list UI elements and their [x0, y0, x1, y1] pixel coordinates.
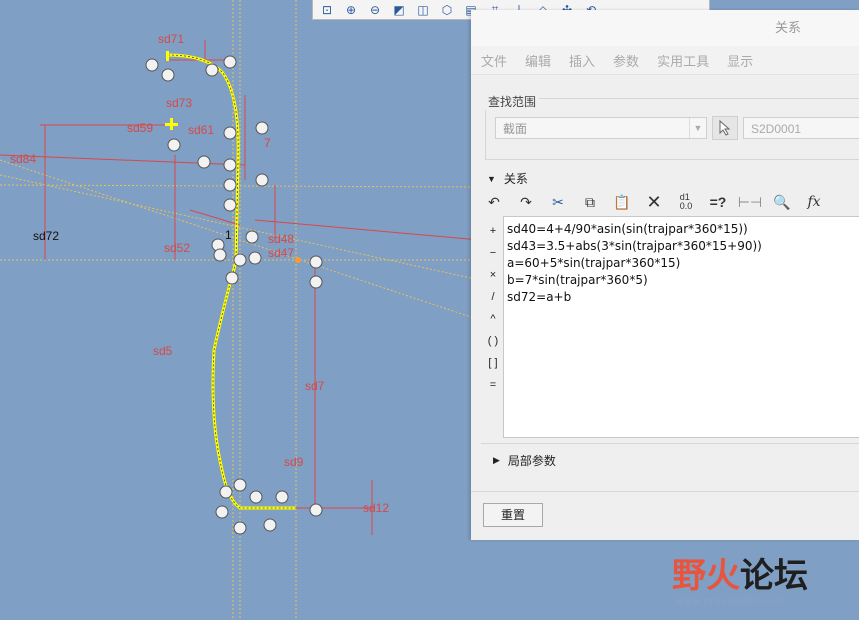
menu-parameters[interactable]: 参数: [613, 51, 639, 70]
copy-icon[interactable]: ⧉: [577, 190, 603, 214]
toggle-symbols-icon[interactable]: d1 0.0: [673, 190, 699, 214]
operator-power[interactable]: ^: [485, 308, 501, 330]
local-params-toggle[interactable]: ▶ 局部参数: [493, 452, 556, 469]
local-params-label: 局部参数: [507, 454, 556, 468]
divider: [481, 443, 859, 444]
label-1: 1: [225, 228, 232, 242]
menu-bar: 文件 编辑 插入 参数 实用工具 显示: [471, 46, 859, 75]
divider: [471, 491, 859, 492]
chevron-down-icon: ▼: [689, 118, 706, 138]
label-sd7[interactable]: sd7: [305, 379, 325, 393]
label-sd73[interactable]: sd73: [166, 96, 192, 110]
menu-utilities[interactable]: 实用工具: [657, 51, 709, 70]
section-name-field[interactable]: S2D0001: [743, 117, 859, 139]
cut-icon[interactable]: ✂: [545, 190, 571, 214]
search-scope-legend: 查找范围: [485, 93, 540, 110]
cursor-icon: [719, 120, 731, 136]
label-sd5[interactable]: sd5: [153, 344, 173, 358]
menu-insert[interactable]: 插入: [569, 51, 595, 70]
undo-icon[interactable]: ↶: [481, 190, 507, 214]
operator-minus[interactable]: −: [485, 242, 501, 264]
zoom-in-icon[interactable]: ⊕: [341, 2, 361, 18]
watermark-url: www.proewildfire.cn: [676, 596, 784, 607]
operator-column: + − × / ^ ( ) [ ] =: [485, 220, 501, 396]
relation-line: sd43=3.5+abs(3*sin(trajpar*360*15+90)): [507, 239, 762, 253]
relation-line: sd40=4+4/90*asin(sin(trajpar*360*15)): [507, 222, 748, 236]
label-sd59[interactable]: sd59: [127, 121, 153, 135]
relations-toolbar: ↶ ↷ ✂ ⧉ 📋 ✕ d1 0.0 =? ⊢⊣ 🔍 fx: [481, 189, 859, 215]
label-sd71[interactable]: sd71: [158, 32, 184, 46]
label-sd61[interactable]: sd61: [188, 123, 214, 137]
saved-views-icon[interactable]: ⬡: [437, 2, 457, 18]
relations-section-toggle[interactable]: ▼ 关系: [487, 170, 528, 187]
relations-editor[interactable]: sd40=4+4/90*asin(sin(trajpar*360*15)) sd…: [503, 216, 859, 438]
relations-section-label: 关系: [503, 172, 528, 186]
scope-select-value: 截面: [503, 122, 528, 136]
menu-file[interactable]: 文件: [481, 51, 507, 70]
select-pointer-button[interactable]: [712, 116, 738, 140]
relations-dialog: 关系 文件 编辑 插入 参数 实用工具 显示 查找范围 截面 ▼ S2D0001…: [471, 10, 859, 540]
operator-plus[interactable]: +: [485, 220, 501, 242]
watermark-logo: 野火论坛: [672, 548, 808, 597]
insert-function-icon[interactable]: fx: [801, 190, 827, 214]
label-sd52[interactable]: sd52: [164, 241, 190, 255]
label-7[interactable]: 7: [264, 136, 271, 150]
orient-icon[interactable]: ◫: [413, 2, 433, 18]
label-sd9[interactable]: sd9: [284, 455, 304, 469]
triangle-down-icon: ▼: [487, 173, 496, 184]
operator-brackets[interactable]: [ ]: [485, 352, 501, 374]
paste-icon[interactable]: 📋: [609, 190, 635, 214]
label-sd12[interactable]: sd12: [363, 501, 389, 515]
label-sd48[interactable]: sd48: [268, 232, 294, 246]
label-sd72[interactable]: sd72: [33, 229, 59, 243]
watermark-part2: 论坛: [740, 556, 808, 596]
operator-parentheses[interactable]: ( ): [485, 330, 501, 352]
operator-divide[interactable]: /: [485, 286, 501, 308]
menu-show[interactable]: 显示: [727, 51, 753, 70]
relation-line: a=60+5*sin(trajpar*360*15): [507, 256, 681, 270]
redo-icon[interactable]: ↷: [513, 190, 539, 214]
dialog-title: 关系: [471, 10, 859, 46]
triangle-right-icon: ▶: [493, 455, 500, 465]
scope-select[interactable]: 截面 ▼: [495, 117, 707, 139]
watermark-part1: 野火: [672, 556, 740, 596]
label-sd84[interactable]: sd84: [10, 152, 36, 166]
operator-multiply[interactable]: ×: [485, 264, 501, 286]
repaint-icon[interactable]: ◩: [389, 2, 409, 18]
relation-line: b=7*sin(trajpar*360*5): [507, 273, 648, 287]
reset-button[interactable]: 重置: [483, 503, 543, 527]
operator-equals[interactable]: =: [485, 374, 501, 396]
label-sd47[interactable]: sd47: [268, 246, 294, 260]
relation-line: sd72=a+b: [507, 290, 572, 304]
menu-edit[interactable]: 编辑: [525, 51, 551, 70]
zoom-fit-icon[interactable]: ⊡: [317, 2, 337, 18]
zoom-out-icon[interactable]: ⊖: [365, 2, 385, 18]
delete-icon[interactable]: ✕: [641, 190, 667, 214]
section-name-value: S2D0001: [751, 122, 802, 136]
verify-icon[interactable]: 🔍: [769, 190, 795, 214]
evaluate-icon[interactable]: =?: [705, 190, 731, 214]
units-icon[interactable]: ⊢⊣: [737, 190, 763, 214]
